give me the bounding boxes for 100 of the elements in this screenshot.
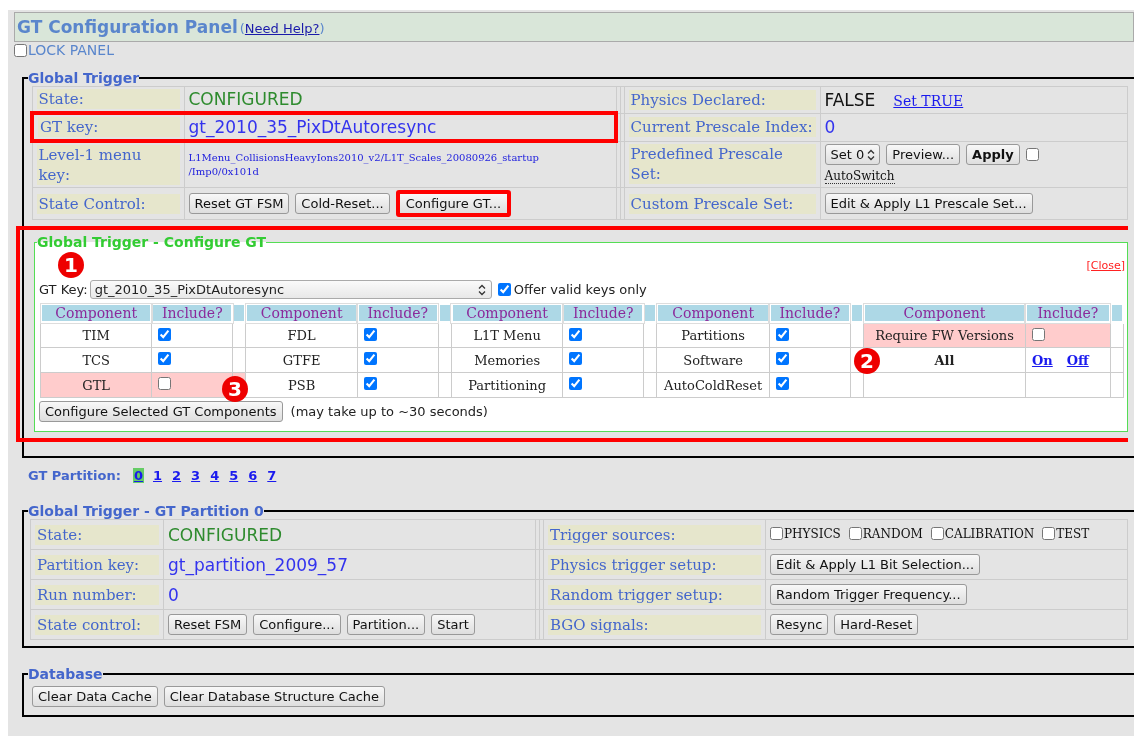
help-link[interactable]: Need Help?: [244, 21, 320, 36]
action-button[interactable]: Apply: [966, 144, 1020, 166]
column-header: Component: [863, 303, 1026, 323]
state-value: CONFIGURED: [168, 524, 283, 545]
source-label: PHYSICS: [784, 526, 841, 541]
action-button[interactable]: Resync: [770, 614, 829, 635]
field-label: State Control:: [36, 193, 180, 214]
gt-key-select[interactable]: gt_2010_35_PixDtAutoresync: [89, 280, 492, 299]
partition-label: GT Partition:: [28, 468, 121, 483]
action-button[interactable]: Hard-Reset: [834, 614, 919, 635]
panel-legend: Database: [28, 666, 103, 682]
partition-link[interactable]: 3: [190, 468, 202, 483]
column-header: Include?: [357, 303, 439, 323]
partition-link[interactable]: 1: [152, 468, 164, 483]
source-label: CALIBRATION: [944, 526, 1035, 541]
include-checkbox[interactable]: [775, 352, 789, 365]
include-checkbox[interactable]: [158, 352, 172, 365]
field-label: Partition key:: [35, 554, 159, 575]
component-name: Require FW Versions: [875, 328, 1014, 343]
action-button[interactable]: Configure...: [253, 614, 341, 635]
action-button[interactable]: Clear Data Cache: [32, 686, 158, 707]
action-button[interactable]: Reset FSM: [168, 614, 248, 635]
partition-link[interactable]: 0: [132, 468, 144, 483]
field-label: Predefined Prescale Set:: [628, 144, 816, 185]
close-link[interactable]: [Close]: [1086, 258, 1125, 272]
autoswitch-label: AutoSwitch: [824, 169, 895, 185]
column-header: Include?: [769, 303, 851, 323]
valid-keys-checkbox[interactable]: [497, 283, 511, 296]
key-value: gt_2010_35_PixDtAutoresync: [188, 117, 437, 137]
lock-label: LOCK PANEL: [28, 42, 114, 58]
action-button[interactable]: Edit & Apply L1 Bit Selection...: [770, 554, 981, 575]
include-checkbox[interactable]: [569, 327, 583, 341]
action-button[interactable]: Clear Database Structure Cache: [163, 686, 386, 707]
field-label: Run number:: [35, 584, 159, 605]
partition-link[interactable]: 7: [266, 468, 278, 483]
partition-link[interactable]: 4: [209, 468, 221, 483]
action-button[interactable]: Reset GT FSM: [188, 193, 290, 214]
caret-icon: [476, 283, 487, 296]
component-name: Partitions: [681, 328, 746, 343]
component-name: FDL: [287, 328, 316, 343]
column-header: Component: [245, 303, 358, 323]
include-checkbox[interactable]: [775, 377, 789, 390]
include-checkbox[interactable]: [569, 377, 583, 390]
key-value: 0: [824, 117, 836, 137]
page-title: GT Configuration Panel: [17, 17, 238, 37]
partition-link[interactable]: 2: [171, 468, 183, 483]
field-label: Physics Declared:: [628, 89, 816, 110]
field-label: GT key:: [38, 117, 180, 137]
help-paren: (: [239, 21, 245, 36]
include-checkbox[interactable]: [775, 327, 789, 341]
column-header: Include?: [1025, 303, 1111, 323]
partition-link[interactable]: 5: [228, 468, 240, 483]
source-label: TEST: [1056, 526, 1090, 541]
on-link[interactable]: On: [1031, 352, 1053, 368]
source-checkbox[interactable]: [930, 527, 944, 540]
autoswitch-checkbox[interactable]: [1025, 148, 1039, 162]
include-checkbox[interactable]: [363, 377, 377, 390]
action-button[interactable]: Start: [431, 614, 475, 635]
source-checkbox[interactable]: [848, 527, 862, 540]
component-name: Memories: [474, 352, 541, 368]
configure-components-button[interactable]: Configure Selected GT Components: [39, 401, 283, 422]
component-name: Partitioning: [468, 377, 547, 393]
action-button[interactable]: Cold-Reset...: [295, 193, 390, 214]
action-button[interactable]: Random Trigger Frequency...: [770, 584, 967, 605]
menu-key-value: L1Menu_CollisionsHeavyIons2010_v2/L1T_Scales_20080926_startup /Imp0/0x101d: [188, 151, 540, 179]
partition-link[interactable]: 6: [247, 468, 259, 483]
source-checkbox[interactable]: [1042, 527, 1056, 540]
prescale-select[interactable]: Set 0: [824, 144, 881, 166]
field-label: Trigger sources:: [548, 524, 761, 545]
component-name: L1T Menu: [473, 328, 541, 343]
set-link[interactable]: Set TRUE: [893, 92, 964, 109]
include-checkbox[interactable]: [1031, 327, 1045, 341]
component-name: TIM: [82, 328, 110, 343]
column-header: Component: [451, 303, 563, 323]
lock-checkbox[interactable]: [14, 43, 27, 57]
component-name: TCS: [82, 352, 110, 368]
column-header: Component: [40, 303, 152, 323]
include-checkbox[interactable]: [363, 352, 377, 365]
action-button[interactable]: Edit & Apply L1 Prescale Set...: [824, 193, 1033, 214]
include-checkbox[interactable]: [569, 352, 583, 365]
off-link[interactable]: Off: [1066, 352, 1089, 368]
action-button[interactable]: Partition...: [346, 614, 426, 635]
field-label: Level-1 menu key:: [36, 145, 180, 185]
key-value: 0: [168, 584, 179, 605]
help-paren: ): [319, 21, 325, 36]
field-label: Physics trigger setup:: [548, 554, 761, 575]
state-value: CONFIGURED: [188, 89, 303, 109]
component-name: Software: [683, 352, 743, 368]
duration-note: (may take up to ~30 seconds): [290, 404, 488, 419]
component-name: AutoColdReset: [664, 377, 763, 393]
panel-legend: Global Trigger: [28, 70, 140, 86]
include-checkbox[interactable]: [158, 377, 172, 390]
source-checkbox[interactable]: [770, 527, 783, 540]
field-label: Custom Prescale Set:: [628, 193, 816, 214]
column-header: Include?: [562, 303, 644, 323]
key-value: gt_partition_2009_57: [168, 554, 348, 575]
include-checkbox[interactable]: [363, 327, 377, 341]
action-button[interactable]: Preview...: [886, 144, 961, 166]
action-button[interactable]: Configure GT...: [395, 190, 512, 217]
include-checkbox[interactable]: [158, 327, 172, 341]
